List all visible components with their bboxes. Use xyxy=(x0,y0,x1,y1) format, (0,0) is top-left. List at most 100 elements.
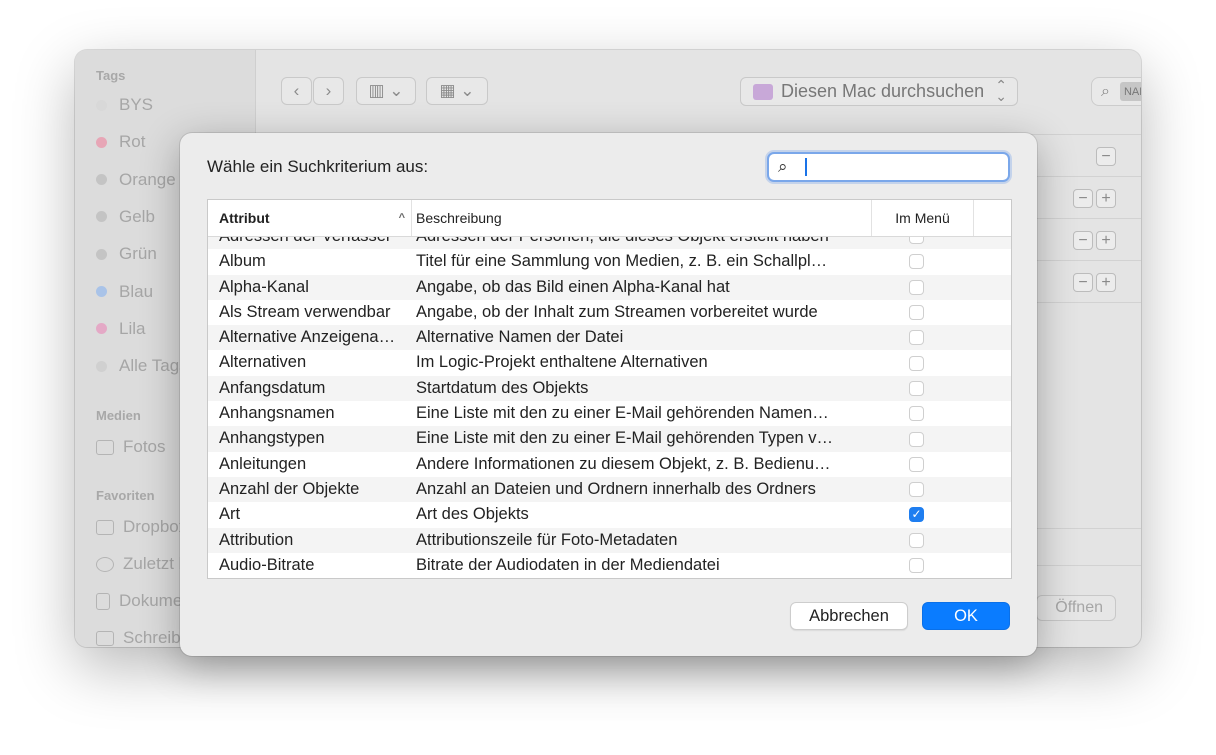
table-row[interactable]: Alpha-Kanal Angabe, ob das Bild einen Alp… xyxy=(208,274,1011,300)
remove-rule-button[interactable]: − xyxy=(1073,273,1093,292)
checkmark-icon: ✓ xyxy=(911,507,922,522)
criteria-table[interactable]: Attribut ^ Beschreibung Im Menü Adressen… xyxy=(207,199,1012,579)
tag-color-dot-icon xyxy=(96,174,107,186)
table-row[interactable]: Als Stream verwendbar Angabe, ob der Inha… xyxy=(208,299,1011,326)
grid-icon: ▦ ⌄ xyxy=(439,81,475,100)
in-menu-checkbox[interactable] xyxy=(909,431,924,447)
table-row[interactable]: Anhangstypen Eine Liste mit den zu einer … xyxy=(208,426,1011,452)
in-menu-checkbox[interactable] xyxy=(909,456,924,472)
description-cell: Anzahl an Dateien und Ordnern innerhalb … xyxy=(416,479,816,498)
updown-chevron-icon: ⌃ ⌄ xyxy=(995,77,1007,104)
table-row[interactable]: Art Art des Objekts ✓ xyxy=(208,502,1011,528)
search-icon: ⌕ xyxy=(778,157,788,176)
column-header-attribute[interactable]: Attribut ^ xyxy=(208,200,412,236)
forward-button[interactable]: › xyxy=(313,77,344,105)
description-cell: Im Logic-Projekt enthaltene Alternativen xyxy=(416,353,708,372)
sidebar-item-fotos[interactable]: Fotos xyxy=(96,435,166,459)
view-mode-button[interactable]: ▥ ⌄ xyxy=(356,77,416,105)
scope-selector[interactable]: Diesen Mac durchsuchen ⌃ ⌄ xyxy=(740,77,1018,106)
sidebar-item-dropbox[interactable]: Dropbox xyxy=(96,515,187,539)
description-cell: Startdatum des Objekts xyxy=(416,378,589,397)
column-header-description[interactable]: Beschreibung xyxy=(412,200,872,236)
in-menu-cell xyxy=(909,553,929,578)
in-menu-cell xyxy=(909,325,929,350)
rule-row-2: − + xyxy=(1073,189,1116,208)
table-row[interactable]: Anzahl der Objekte Anzahl an Dateien und … xyxy=(208,476,1011,503)
sidebar-item-label: Orange xyxy=(119,169,176,189)
in-menu-checkbox[interactable] xyxy=(909,406,924,422)
table-row[interactable]: Anleitungen Andere Informationen zu diese… xyxy=(208,451,1011,477)
ok-button[interactable]: OK xyxy=(922,602,1010,630)
attribute-cell: Album xyxy=(219,252,266,271)
table-row[interactable]: Adressen der Verfasser Adressen der Perso… xyxy=(208,236,1011,250)
sidebar-item-label: Dropbox xyxy=(123,517,188,536)
back-button[interactable]: ‹ xyxy=(281,77,312,105)
table-row[interactable]: Attribution Attributionszeile für Foto-Me… xyxy=(208,527,1011,553)
in-menu-checkbox[interactable] xyxy=(909,236,924,245)
column-header-in-menu[interactable]: Im Menü xyxy=(872,200,974,236)
sidebar-item-label: Gelb xyxy=(119,206,155,226)
sidebar-item-label: Rot xyxy=(119,132,146,152)
attribute-cell: Alternative Anzeigena… xyxy=(219,328,396,347)
add-rule-button[interactable]: + xyxy=(1096,273,1116,292)
remove-rule-button[interactable]: − xyxy=(1096,147,1116,166)
table-row[interactable]: Anfangsdatum Startdatum des Objekts xyxy=(208,375,1011,402)
in-menu-checkbox[interactable] xyxy=(909,482,924,498)
in-menu-checkbox[interactable] xyxy=(909,305,924,321)
rule-row-1: − xyxy=(1096,147,1116,166)
add-rule-button[interactable]: + xyxy=(1096,231,1116,250)
chevron-left-icon: ‹ xyxy=(293,81,300,100)
in-menu-checkbox[interactable]: ✓ xyxy=(909,507,924,523)
sidebar-tag-item[interactable]: BYS xyxy=(96,93,153,117)
sidebar-media-header: Medien xyxy=(96,408,141,423)
text-caret xyxy=(805,158,807,176)
table-row[interactable]: Alternative Anzeigena… Alternative Namen … xyxy=(208,325,1011,351)
sidebar-item-label: Blau xyxy=(119,281,154,301)
tag-color-dot-icon xyxy=(96,136,107,148)
attribute-cell: Anzahl der Objekte xyxy=(219,479,360,498)
attribute-cell: Anleitungen xyxy=(219,454,307,473)
folder-icon xyxy=(96,519,114,535)
remove-rule-button[interactable]: − xyxy=(1073,231,1093,250)
sidebar-tag-item[interactable]: Grün xyxy=(96,242,157,266)
sidebar-tag-item[interactable]: Gelb xyxy=(96,205,155,229)
remove-rule-button[interactable]: − xyxy=(1073,189,1093,208)
table-row[interactable]: Anhangsnamen Eine Liste mit den zu einer … xyxy=(208,401,1011,427)
description-cell: Art des Objekts xyxy=(416,505,529,524)
attribute-cell: Als Stream verwendbar xyxy=(219,302,391,321)
table-body: Adressen der Verfasser Adressen der Perso… xyxy=(208,236,1011,578)
group-button[interactable]: ▦ ⌄ xyxy=(426,77,488,105)
attribute-cell: Alpha-Kanal xyxy=(219,277,309,296)
description-cell: Titel für eine Sammlung von Medien, z. B… xyxy=(416,252,828,271)
attribute-cell: Anhangstypen xyxy=(219,429,325,448)
in-menu-cell xyxy=(909,236,929,249)
criteria-search-input[interactable] xyxy=(793,157,998,177)
finder-search-field[interactable]: ⌕ NAME ⌄ mb ✕ xyxy=(1091,77,1141,106)
criteria-search-field[interactable]: ⌕ xyxy=(767,152,1010,182)
table-row[interactable]: Album Titel für eine Sammlung von Medien,… xyxy=(208,249,1011,275)
sidebar-tag-item[interactable]: Lila xyxy=(96,317,145,341)
sidebar-item-label: Fotos xyxy=(123,437,166,456)
search-token[interactable]: NAME ⌄ xyxy=(1119,82,1141,101)
in-menu-checkbox[interactable] xyxy=(909,355,924,371)
sidebar-tag-item[interactable]: Rot xyxy=(96,130,145,154)
in-menu-checkbox[interactable] xyxy=(909,330,924,346)
scope-label: Diesen Mac durchsuchen xyxy=(781,81,985,101)
sidebar-tag-item[interactable]: Blau xyxy=(96,280,153,304)
table-row[interactable]: Audio-Bitrate Bitrate der Audiodaten in d… xyxy=(208,552,1011,578)
in-menu-checkbox[interactable] xyxy=(909,380,924,396)
table-row[interactable]: Alternativen Im Logic-Projekt enthaltene … xyxy=(208,350,1011,376)
columns-view-icon: ▥ ⌄ xyxy=(368,81,404,100)
in-menu-checkbox[interactable] xyxy=(909,532,924,548)
sidebar-tag-item[interactable]: Orange xyxy=(96,168,176,192)
cancel-button[interactable]: Abbrechen xyxy=(790,602,908,630)
description-cell: Eine Liste mit den zu einer E-Mail gehör… xyxy=(416,429,834,448)
in-menu-checkbox[interactable] xyxy=(909,279,924,295)
search-icon: ⌕ xyxy=(1101,82,1110,100)
description-cell: Bitrate der Audiodaten in der Mediendate… xyxy=(416,555,720,574)
tag-color-dot-icon xyxy=(96,286,107,297)
in-menu-checkbox[interactable] xyxy=(909,254,924,270)
add-rule-button[interactable]: + xyxy=(1096,189,1116,208)
open-button[interactable]: Öffnen xyxy=(1036,595,1116,621)
in-menu-checkbox[interactable] xyxy=(909,558,924,573)
